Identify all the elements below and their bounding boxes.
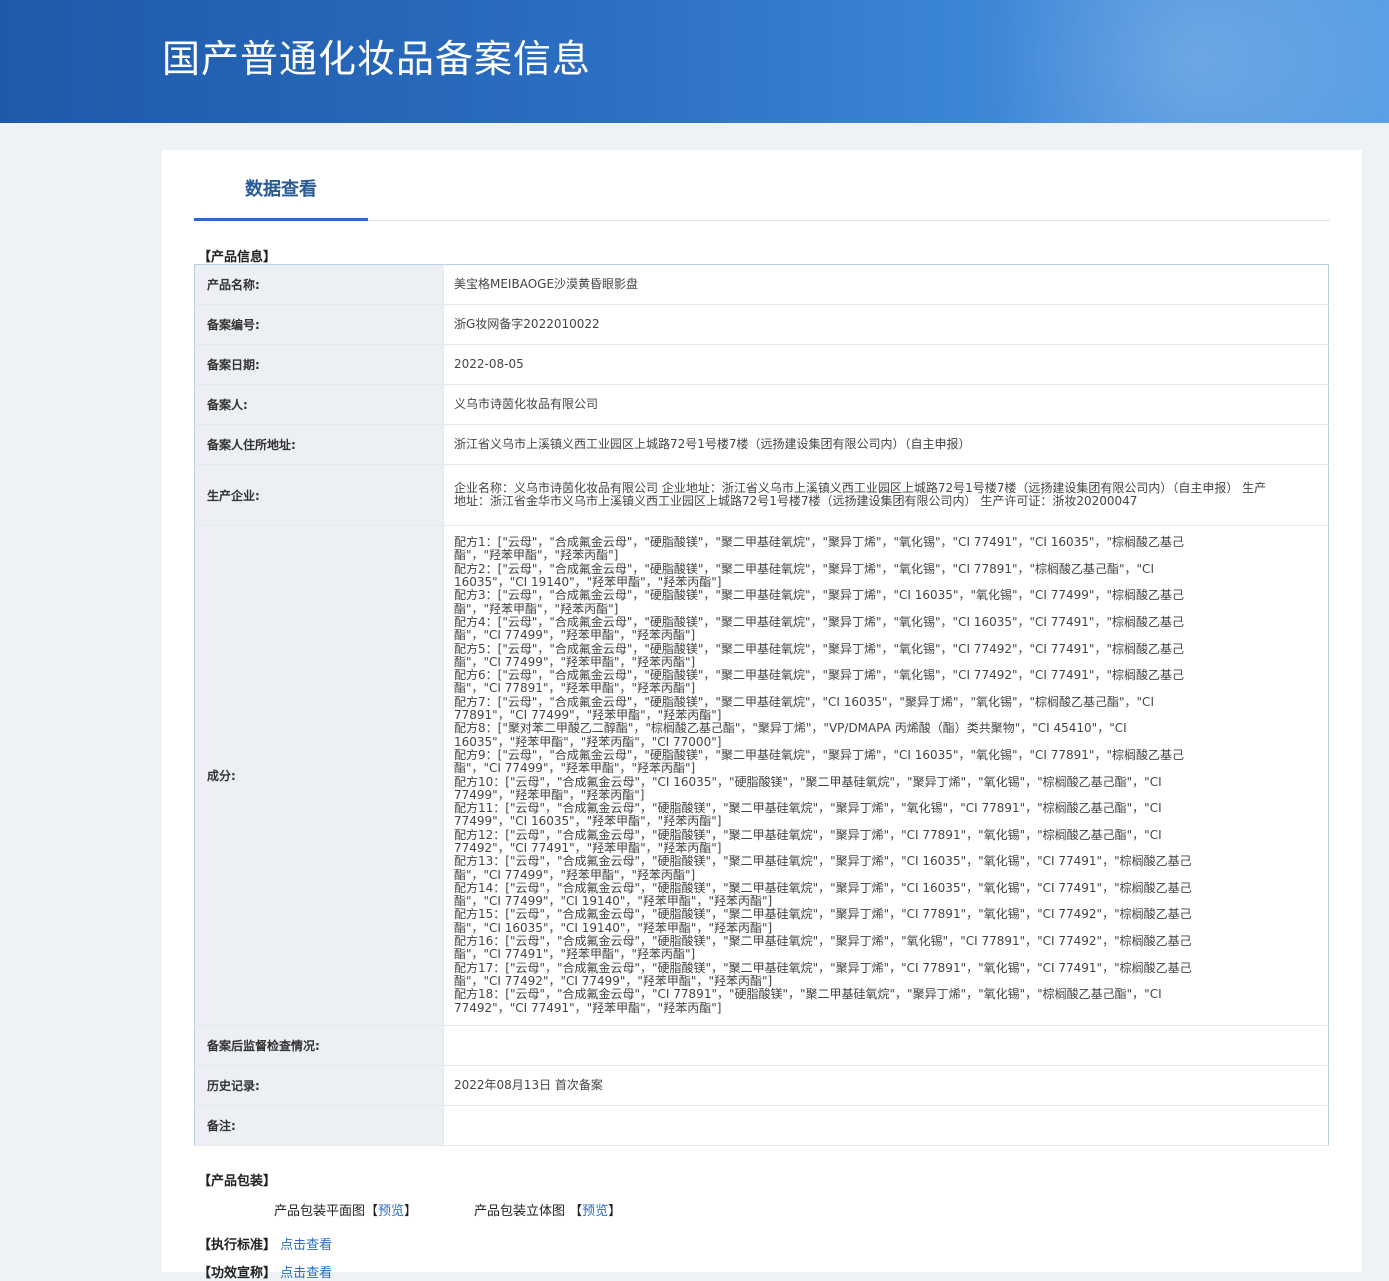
page-title: 国产普通化妆品备案信息 (162, 37, 592, 81)
ingredient-line: 酯"，"羟苯甲酯"，"羟苯丙酯"] (454, 548, 619, 563)
packaging-flat-preview-link[interactable]: 预览 (378, 1204, 404, 1219)
field-label: 备案后监督检查情况: (194, 1025, 444, 1066)
product-name-value: 美宝格MEIBAOGE沙漠黄昏眼影盘 (443, 264, 1329, 305)
record-date-value: 2022-08-05 (443, 344, 1329, 385)
remark-value (443, 1105, 1329, 1146)
table-row: 备注: (194, 1105, 1329, 1146)
efficacy-view-link[interactable]: 点击查看 (280, 1266, 332, 1281)
field-label: 产品名称: (194, 264, 444, 305)
packaging-3d-preview-link[interactable]: 预览 (582, 1204, 608, 1219)
ingredient-line: 酯"，"CI 77499"，"羟苯甲酯"，"羟苯丙酯"] (454, 628, 696, 643)
ingredients-value: 配方1：["云母"，"合成氟金云母"，"硬脂酸镁"，"聚二甲基硅氧烷"，"聚异丁… (443, 525, 1329, 1026)
table-row: 备案人住所地址: 浙江省义乌市上溪镇义西工业园区上城路72号1号楼7楼（远扬建设… (194, 424, 1329, 465)
ingredient-line: 酯"，"CI 77499"，"羟苯甲酯"，"羟苯丙酯"] (454, 761, 696, 776)
ingredient-line: 酯"，"羟苯甲酯"，"羟苯丙酯"] (454, 601, 619, 616)
ingredient-line: 配方5：["云母"，"合成氟金云母"，"硬脂酸镁"，"聚二甲基硅氧烷"，"聚异丁… (454, 641, 1184, 656)
ingredient-line: 配方10：["云母"，"合成氟金云母"，"CI 16035"，"硬脂酸镁"，"聚… (454, 774, 1162, 789)
table-row: 成分: 配方1：["云母"，"合成氟金云母"，"硬脂酸镁"，"聚二甲基硅氧烷"，… (194, 525, 1329, 1026)
ingredients-list: 配方1：["云母"，"合成氟金云母"，"硬脂酸镁"，"聚二甲基硅氧烷"，"聚异丁… (454, 535, 1268, 1015)
manufacturer-value: 企业名称：义乌市诗茵化妆品有限公司 企业地址：浙江省义乌市上溪镇义西工业园区上城… (443, 464, 1329, 526)
bracket-open: 【 (365, 1204, 379, 1219)
section-standard: 【执行标准】 (198, 1238, 277, 1253)
inspection-value (443, 1025, 1329, 1066)
packaging-flat: 产品包装平面图【预览】 (274, 1200, 417, 1219)
ingredient-line: 配方17：["云母"，"合成氟金云母"，"硬脂酸镁"，"聚二甲基硅氧烷"，"聚异… (454, 960, 1192, 975)
table-row: 历史记录: 2022年08月13日 首次备案 (194, 1065, 1329, 1106)
ingredient-line: 配方3：["云母"，"合成氟金云母"，"硬脂酸镁"，"聚二甲基硅氧烷"，"聚异丁… (454, 588, 1184, 603)
record-no-value: 浙G妆网备字2022010022 (443, 304, 1329, 345)
address-value: 浙江省义乌市上溪镇义西工业园区上城路72号1号楼7楼（远扬建设集团有限公司内）（… (443, 424, 1329, 465)
field-label: 生产企业: (194, 464, 444, 526)
field-label: 备案人住所地址: (194, 424, 444, 465)
ingredient-line: 77499"，"CI 16035"，"羟苯甲酯"，"羟苯丙酯"] (454, 814, 722, 829)
standard-row: 【执行标准】 点击查看 (198, 1234, 332, 1253)
content-panel: 数据查看 【产品信息】 产品名称: 美宝格MEIBAOGE沙漠黄昏眼影盘 备案编… (162, 150, 1362, 1281)
table-row: 生产企业: 企业名称：义乌市诗茵化妆品有限公司 企业地址：浙江省义乌市上溪镇义西… (194, 464, 1329, 526)
ingredient-line: 酯"，"CI 77499"，"羟苯甲酯"，"羟苯丙酯"] (454, 867, 696, 882)
header-banner: 国产普通化妆品备案信息 (0, 0, 1389, 123)
table-row: 产品名称: 美宝格MEIBAOGE沙漠黄昏眼影盘 (194, 264, 1329, 305)
packaging-flat-label: 产品包装平面图 (274, 1204, 366, 1219)
table-row: 备案日期: 2022-08-05 (194, 344, 1329, 385)
field-label: 备案编号: (194, 304, 444, 345)
tab-data-view[interactable]: 数据查看 (194, 150, 368, 221)
section-efficacy: 【功效宣称】 (198, 1266, 277, 1281)
bracket-open: 【 (569, 1204, 583, 1219)
bracket-close: 】 (404, 1204, 418, 1219)
ingredient-line: 酯"，"CI 77491"，"羟苯甲酯"，"羟苯丙酯"] (454, 947, 696, 962)
ingredient-line: 16035"，"羟苯甲酯"，"羟苯丙酯"，"CI 77000"] (454, 734, 722, 749)
ingredient-line: 77492"，"CI 77491"，"羟苯甲酯"，"羟苯丙酯"] (454, 1000, 722, 1015)
packaging-3d-label: 产品包装立体图 (474, 1204, 566, 1219)
ingredient-line: 酯"，"CI 77891"，"羟苯甲酯"，"羟苯丙酯"] (454, 681, 696, 696)
registrant-value: 义乌市诗茵化妆品有限公司 (443, 384, 1329, 425)
field-label: 历史记录: (194, 1065, 444, 1106)
ingredient-line: 配方8：["聚对苯二甲酸乙二醇酯"，"棕榈酸乙基己酯"，"聚异丁烯"，"VP/D… (454, 721, 1127, 736)
section-packaging: 【产品包装】 (198, 1174, 277, 1189)
field-label: 成分: (194, 525, 444, 1026)
tab-bar: 数据查看 (194, 150, 1330, 221)
product-info-table: 产品名称: 美宝格MEIBAOGE沙漠黄昏眼影盘 备案编号: 浙G妆网备字202… (194, 264, 1329, 1146)
table-row: 备案后监督检查情况: (194, 1025, 1329, 1066)
history-value: 2022年08月13日 首次备案 (443, 1065, 1329, 1106)
standard-view-link[interactable]: 点击查看 (280, 1238, 332, 1253)
ingredient-line: 配方13：["云母"，"合成氟金云母"，"硬脂酸镁"，"聚二甲基硅氧烷"，"聚异… (454, 854, 1192, 869)
field-label: 备注: (194, 1105, 444, 1146)
field-label: 备案人: (194, 384, 444, 425)
ingredient-line: 配方18：["云母"，"合成氟金云母"，"CI 77891"，"硬脂酸镁"，"聚… (454, 987, 1162, 1002)
ingredient-line: 配方12：["云母"，"合成氟金云母"，"硬脂酸镁"，"聚二甲基硅氧烷"，"聚异… (454, 827, 1162, 842)
section-product-info: 【产品信息】 (198, 250, 277, 265)
ingredient-line: 配方15：["云母"，"合成氟金云母"，"硬脂酸镁"，"聚二甲基硅氧烷"，"聚异… (454, 907, 1192, 922)
table-row: 备案编号: 浙G妆网备字2022010022 (194, 304, 1329, 345)
table-row: 备案人: 义乌市诗茵化妆品有限公司 (194, 384, 1329, 425)
field-label: 备案日期: (194, 344, 444, 385)
packaging-3d: 产品包装立体图 【预览】 (474, 1200, 621, 1219)
bracket-close: 】 (608, 1204, 622, 1219)
